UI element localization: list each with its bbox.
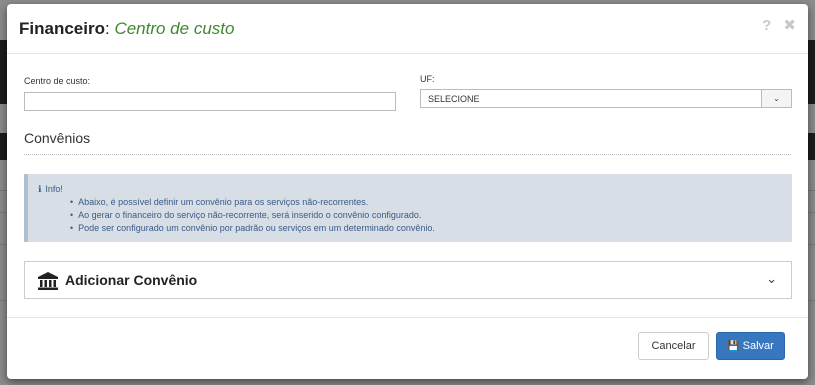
bank-icon [38, 272, 58, 290]
centro-de-custo-modal: Financeiro: Centro de custo ? ✖ Centro d… [7, 4, 808, 379]
modal-title-subtitle: Centro de custo [114, 19, 235, 38]
uf-selected-value: SELECIONE [428, 94, 480, 104]
list-item: Abaixo, é possível definir um convênio p… [70, 196, 435, 209]
modal-title: Financeiro: Centro de custo [19, 19, 234, 39]
centro-de-custo-label: Centro de custo: [24, 76, 91, 86]
list-item: Ao gerar o financeiro do serviço não-rec… [70, 209, 435, 222]
adicionar-convenio-label: Adicionar Convênio [65, 272, 198, 288]
info-alert-title: Info! [45, 184, 63, 194]
list-item: Pode ser configurado um convênio por pad… [70, 222, 435, 235]
section-divider [24, 154, 791, 155]
adicionar-convenio-accordion[interactable]: Adicionar Convênio ⌄ [24, 261, 792, 299]
convenios-section-title: Convênios [24, 130, 91, 146]
chevron-down-icon[interactable]: ⌄ [761, 90, 791, 107]
info-alert: ℹInfo! Abaixo, é possível definir um con… [24, 174, 792, 242]
save-button[interactable]: 💾 Salvar [716, 332, 785, 360]
uf-label: UF: [420, 74, 435, 84]
help-icon[interactable]: ? [762, 17, 771, 34]
info-alert-heading: ℹ Info! [38, 184, 63, 195]
uf-select[interactable]: SELECIONE ⌄ [420, 89, 792, 108]
close-icon[interactable]: ✖ [783, 17, 796, 34]
floppy-disk-icon: 💾 [727, 341, 740, 352]
header-actions: ? ✖ [754, 16, 796, 34]
save-button-label: Salvar [742, 340, 774, 352]
modal-footer-divider [7, 317, 808, 318]
info-alert-list: Abaixo, é possível definir um convênio p… [70, 196, 435, 235]
centro-de-custo-input[interactable] [24, 92, 396, 111]
modal-title-separator: : [104, 19, 110, 38]
cancel-button[interactable]: Cancelar [638, 332, 709, 360]
info-icon: ℹ [38, 184, 42, 194]
modal-header: Financeiro: Centro de custo ? ✖ [7, 4, 808, 54]
chevron-down-icon[interactable]: ⌄ [766, 271, 777, 287]
modal-title-main: Financeiro [19, 19, 105, 38]
